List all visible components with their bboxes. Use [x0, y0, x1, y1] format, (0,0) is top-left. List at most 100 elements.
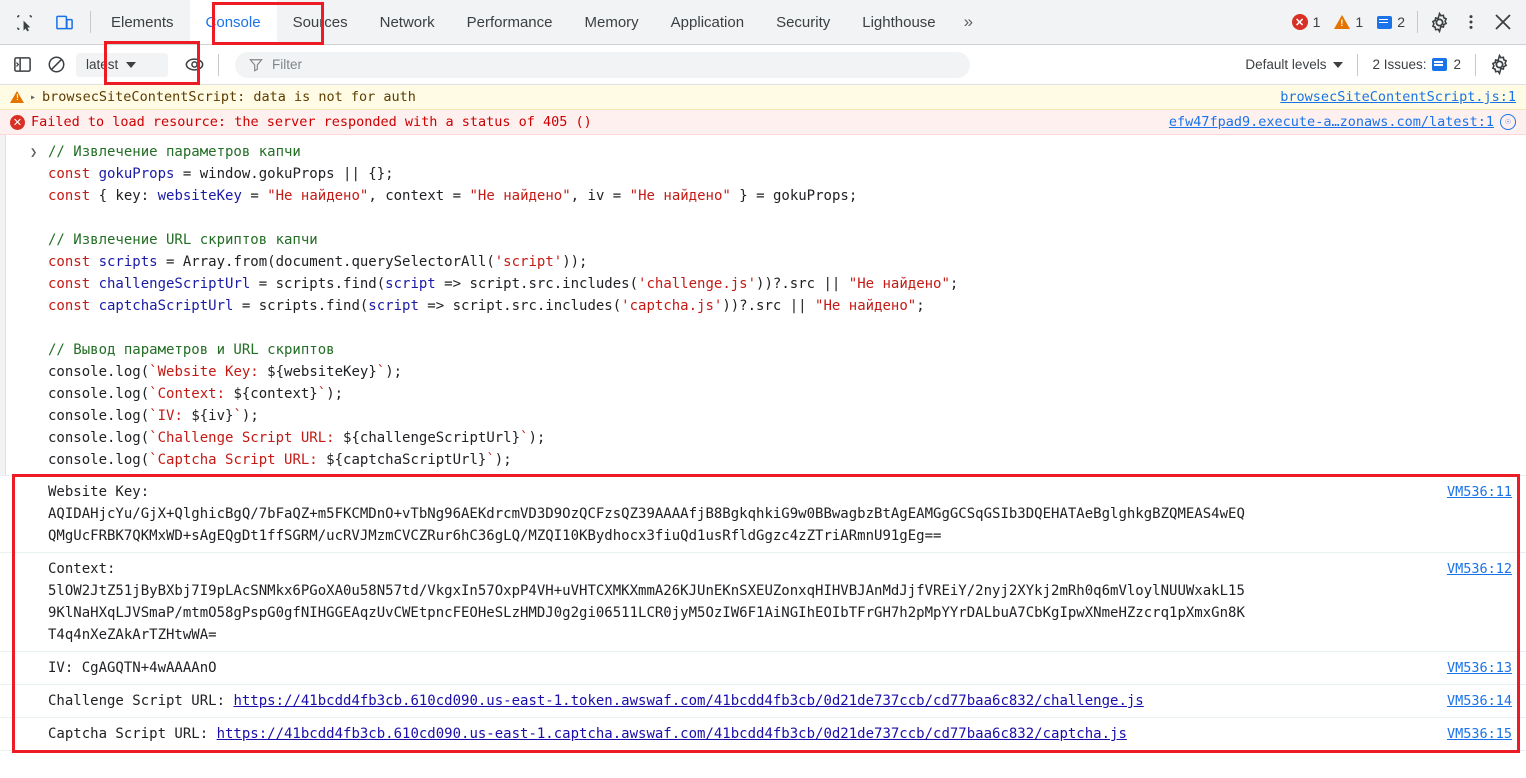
- clear-console-icon[interactable]: [42, 51, 70, 79]
- output-text: IV: CgAGQTN+4wAAAAnO: [48, 660, 217, 676]
- code-token: ${captchaScriptUrl}: [326, 452, 487, 468]
- warning-icon: [1334, 15, 1351, 29]
- code-token: = window.gokuProps || {};: [174, 166, 394, 182]
- output-text: Website Key: AQIDAHjcYu/GjX+QlghicBgQ/7b…: [48, 484, 1245, 544]
- log-levels-label: Default levels: [1245, 57, 1327, 72]
- warning-counter[interactable]: 1: [1328, 14, 1369, 30]
- code-token: console.log(: [48, 386, 150, 402]
- output-source-link[interactable]: VM536:11: [1437, 481, 1512, 503]
- output-source-link[interactable]: VM536:14: [1437, 690, 1512, 712]
- code-line: const challengeScriptUrl = scripts.find(…: [0, 273, 1526, 295]
- code-token: captchaScriptUrl: [98, 298, 234, 314]
- code-token: );: [326, 386, 344, 402]
- device-toolbar-icon[interactable]: [50, 8, 78, 36]
- filter-bar-right: Default levels 2 Issues: 2: [1239, 50, 1518, 80]
- message-count: 2: [1397, 14, 1405, 30]
- console-sidebar-icon[interactable]: [8, 51, 36, 79]
- code-line: console.log(`Captcha Script URL: ${captc…: [0, 449, 1526, 471]
- close-icon[interactable]: [1488, 7, 1518, 37]
- issues-icon: [1432, 58, 1448, 71]
- console-output-row[interactable]: Challenge Script URL: https://41bcdd4fb3…: [0, 685, 1526, 718]
- code-token: ;: [916, 298, 925, 314]
- tab-lighthouse[interactable]: Lighthouse: [846, 0, 951, 44]
- message-counter[interactable]: 2: [1371, 14, 1411, 30]
- more-tabs-chevron-icon[interactable]: »: [952, 0, 985, 44]
- output-source-link[interactable]: VM536:12: [1437, 558, 1512, 580]
- inspect-element-icon[interactable]: [10, 8, 38, 36]
- console-output-row[interactable]: Captcha Script URL: https://41bcdd4fb3cb…: [0, 718, 1526, 751]
- search-input[interactable]: Filter: [235, 51, 970, 78]
- tab-sources[interactable]: Sources: [277, 0, 364, 44]
- filter-icon: [249, 58, 263, 72]
- tab-elements[interactable]: Elements: [95, 0, 190, 44]
- tab-label: Lighthouse: [862, 13, 936, 31]
- code-line: // Извлечение URL скриптов капчи: [0, 229, 1526, 251]
- error-source-link[interactable]: efw47fpad9.execute-a…zonaws.com/latest:1: [1169, 114, 1494, 130]
- code-token: // Вывод параметров и URL скриптов: [48, 342, 335, 358]
- code-token: ));: [562, 254, 588, 270]
- error-count: 1: [1312, 14, 1321, 30]
- code-token: =: [241, 188, 268, 204]
- code-token: ))?.src ||: [722, 298, 816, 314]
- code-line: const captchaScriptUrl = scripts.find(sc…: [0, 295, 1526, 317]
- output-rows-container: Website Key: AQIDAHjcYu/GjX+QlghicBgQ/7b…: [0, 476, 1526, 751]
- tab-memory[interactable]: Memory: [569, 0, 655, 44]
- execution-context-selector[interactable]: latest: [76, 52, 168, 77]
- tab-label: Security: [776, 13, 831, 31]
- output-text: Context: 5lOW2JtZ51jByBXbj7I9pLAcSNMkx6P…: [48, 561, 1245, 643]
- console-output-row[interactable]: Website Key: AQIDAHjcYu/GjX+QlghicBgQ/7b…: [0, 476, 1526, 553]
- code-line: const gokuProps = window.gokuProps || {}…: [0, 163, 1526, 185]
- log-levels-selector[interactable]: Default levels: [1239, 57, 1349, 72]
- network-globe-icon[interactable]: ☉: [1500, 114, 1516, 130]
- output-text: Captcha Script URL: https://41bcdd4fb3cb…: [48, 726, 1127, 742]
- output-source-link[interactable]: VM536:13: [1437, 657, 1512, 679]
- live-expression-icon[interactable]: [180, 51, 208, 79]
- warning-count: 1: [1355, 14, 1364, 30]
- issues-button[interactable]: 2 Issues: 2: [1366, 57, 1467, 72]
- warning-message-text: browsecSiteContentScript: data is not fo…: [42, 89, 416, 105]
- warning-source-link[interactable]: browsecSiteContentScript.js:1: [1280, 89, 1516, 105]
- code-line: // Извлечение параметров капчи: [0, 141, 1526, 163]
- code-token: const: [48, 188, 99, 204]
- error-icon: ✕: [10, 114, 25, 130]
- console-error-message[interactable]: ✕ Failed to load resource: the server re…: [0, 110, 1526, 135]
- tab-console[interactable]: Console: [189, 0, 277, 44]
- code-token: );: [385, 364, 403, 380]
- gear-icon[interactable]: [1424, 7, 1454, 37]
- code-token: ;: [949, 276, 959, 292]
- code-line: console.log(`Website Key: ${websiteKey}`…: [0, 361, 1526, 383]
- code-token: = scripts.find(: [233, 298, 369, 314]
- kebab-menu-icon[interactable]: [1456, 7, 1486, 37]
- console-output-row[interactable]: IV: CgAGQTN+4wAAAAnO VM536:13: [0, 652, 1526, 685]
- console-warning-message[interactable]: ▸ browsecSiteContentScript: data is not …: [0, 85, 1526, 110]
- code-token: ${websiteKey}: [267, 364, 377, 380]
- tab-application[interactable]: Application: [655, 0, 760, 44]
- error-message-text: Failed to load resource: the server resp…: [31, 114, 592, 130]
- code-token: `Context:: [149, 386, 234, 402]
- output-url-link[interactable]: https://41bcdd4fb3cb.610cd090.us-east-1.…: [217, 726, 1127, 742]
- console-output-row[interactable]: Context: 5lOW2JtZ51jByBXbj7I9pLAcSNMkx6P…: [0, 553, 1526, 652]
- console-input-echo: // Извлечение параметров капчи const goku…: [0, 135, 1526, 476]
- devtools-tab-bar: Elements Console Sources Network Perform…: [0, 0, 1526, 45]
- error-counter[interactable]: ✕ 1: [1286, 14, 1327, 30]
- warning-message-left: ▸ browsecSiteContentScript: data is not …: [10, 89, 416, 105]
- code-lines-container: // Извлечение параметров капчи const goku…: [0, 141, 1526, 471]
- settings-gear-icon[interactable]: [1484, 50, 1514, 80]
- console-filter-bar: latest Filter Default levels 2 Issues: 2: [0, 41, 1526, 85]
- tab-security[interactable]: Security: [760, 0, 846, 44]
- tab-bar-status-area: ✕ 1 1 2: [1286, 0, 1526, 44]
- code-token: const: [48, 166, 99, 182]
- code-token: // Извлечение параметров капчи: [48, 144, 301, 160]
- expand-arrow-icon[interactable]: ▸: [30, 92, 36, 103]
- output-url-link[interactable]: https://41bcdd4fb3cb.610cd090.us-east-1.…: [233, 693, 1143, 709]
- tab-network[interactable]: Network: [364, 0, 451, 44]
- code-line: // Вывод параметров и URL скриптов: [0, 339, 1526, 361]
- output-source-link[interactable]: VM536:15: [1437, 723, 1512, 745]
- tab-performance[interactable]: Performance: [451, 0, 569, 44]
- code-token: 'challenge.js': [638, 276, 757, 292]
- error-message-left: ✕ Failed to load resource: the server re…: [10, 114, 592, 130]
- code-token: { key:: [98, 188, 158, 204]
- code-token: "Не найдено": [267, 188, 369, 204]
- tab-label: Performance: [466, 13, 553, 31]
- code-token: `: [376, 364, 386, 380]
